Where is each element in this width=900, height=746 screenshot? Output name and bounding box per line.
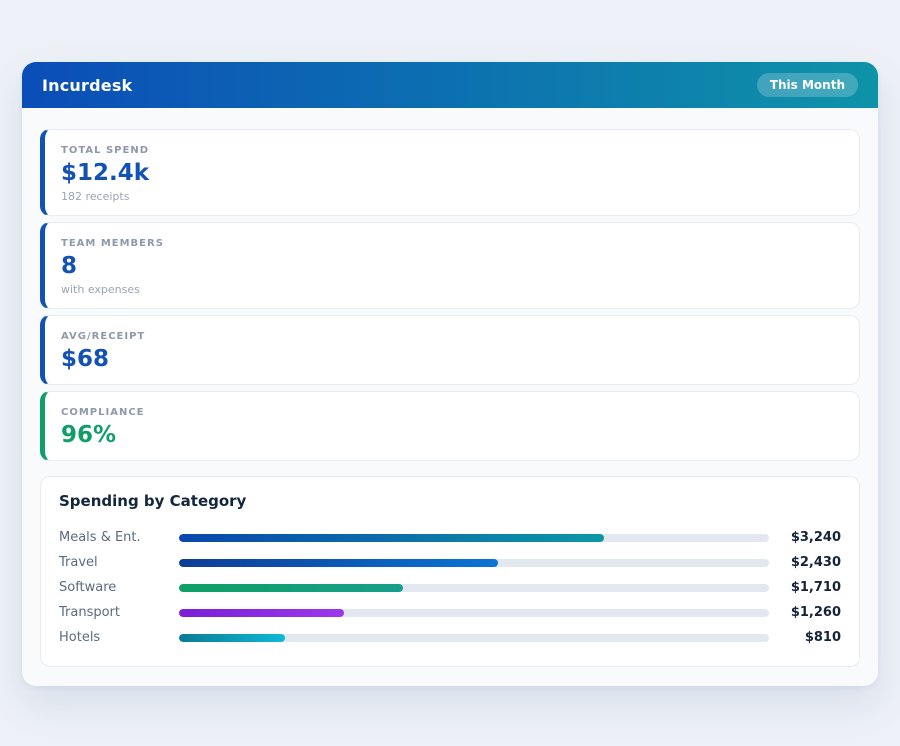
- bar-fill: [179, 584, 403, 592]
- bar-category-label: Software: [59, 580, 179, 595]
- chart-title: Spending by Category: [59, 492, 841, 510]
- bar-row-travel: Travel $2,430: [59, 550, 841, 575]
- stat-subtext: with expenses: [61, 283, 843, 296]
- bar-value: $810: [769, 630, 841, 645]
- stat-value: $68: [61, 346, 843, 372]
- stat-subtext: 182 receipts: [61, 190, 843, 203]
- stat-label: COMPLIANCE: [61, 407, 843, 418]
- bar-fill: [179, 559, 498, 567]
- dashboard-panel: Incurdesk This Month TOTAL SPEND $12.4k …: [22, 62, 878, 686]
- bar-track: [179, 559, 769, 567]
- stat-card-compliance: COMPLIANCE 96%: [40, 391, 860, 461]
- bar-fill: [179, 634, 285, 642]
- bar-fill: [179, 609, 344, 617]
- stat-card-total-spend: TOTAL SPEND $12.4k 182 receipts: [40, 129, 860, 216]
- stat-value: 96%: [61, 422, 843, 448]
- bar-row-meals: Meals & Ent. $3,240: [59, 525, 841, 550]
- bar-value: $1,260: [769, 605, 841, 620]
- bar-track: [179, 634, 769, 642]
- bar-category-label: Transport: [59, 605, 179, 620]
- stat-card-team-members: TEAM MEMBERS 8 with expenses: [40, 222, 860, 309]
- bar-row-transport: Transport $1,260: [59, 600, 841, 625]
- bar-value: $3,240: [769, 530, 841, 545]
- bar-row-software: Software $1,710: [59, 575, 841, 600]
- app-title: Incurdesk: [42, 76, 132, 95]
- bar-row-hotels: Hotels $810: [59, 625, 841, 650]
- bar-value: $2,430: [769, 555, 841, 570]
- bar-track: [179, 584, 769, 592]
- bar-category-label: Meals & Ent.: [59, 530, 179, 545]
- stat-card-avg-receipt: AVG/RECEIPT $68: [40, 315, 860, 385]
- bar-category-label: Hotels: [59, 630, 179, 645]
- bar-category-label: Travel: [59, 555, 179, 570]
- app-header: Incurdesk This Month: [22, 62, 878, 108]
- spending-by-category-chart: Spending by Category Meals & Ent. $3,240…: [40, 476, 860, 667]
- stat-label: AVG/RECEIPT: [61, 331, 843, 342]
- stat-value: 8: [61, 253, 843, 279]
- stat-value: $12.4k: [61, 160, 843, 186]
- bar-value: $1,710: [769, 580, 841, 595]
- bar-track: [179, 534, 769, 542]
- bar-fill: [179, 534, 604, 542]
- dashboard-content: TOTAL SPEND $12.4k 182 receipts TEAM MEM…: [22, 108, 878, 667]
- period-badge[interactable]: This Month: [757, 73, 858, 97]
- stat-label: TOTAL SPEND: [61, 145, 843, 156]
- stat-label: TEAM MEMBERS: [61, 238, 843, 249]
- bar-track: [179, 609, 769, 617]
